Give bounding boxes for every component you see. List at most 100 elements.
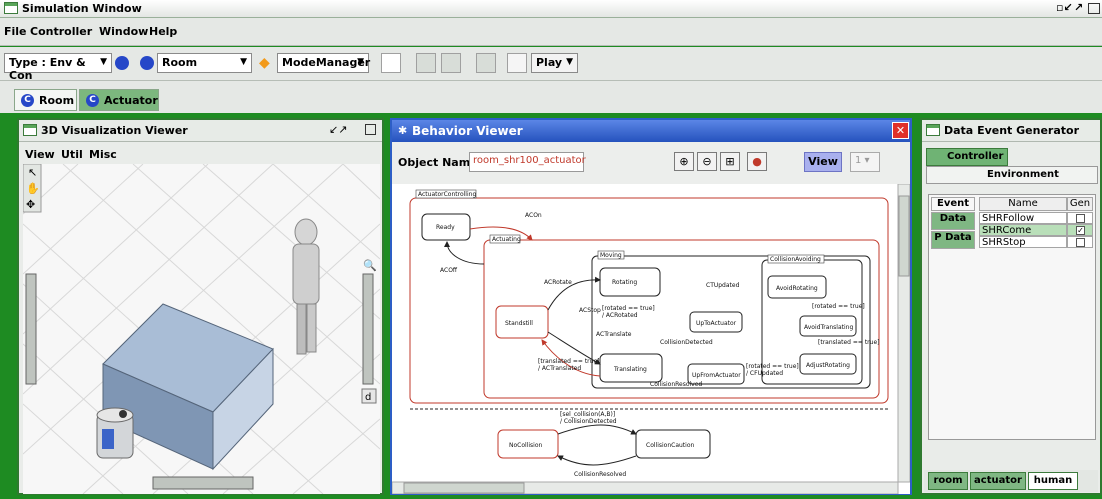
object-name-field[interactable]: room_shr100_actuator xyxy=(469,152,586,172)
fit-button[interactable]: ⊞ xyxy=(720,152,740,171)
state-label: ActuatorControlling xyxy=(418,191,476,198)
tab-environment[interactable]: Environment xyxy=(926,166,1098,184)
menu-window[interactable]: Window xyxy=(99,25,148,38)
panel-icon xyxy=(926,124,940,136)
viz-canvas[interactable]: ↖ ✋ ✥ 🔍 d xyxy=(23,164,380,494)
stop-icon[interactable] xyxy=(507,53,527,73)
step-icon[interactable] xyxy=(416,53,436,73)
transition-label: / CollisionDetected xyxy=(560,418,617,425)
gen-checkbox-cell xyxy=(1067,212,1093,224)
transition-label: ACOn xyxy=(525,212,542,219)
room-value: Room xyxy=(162,56,198,69)
chevron-down-icon: ▼ xyxy=(566,57,573,67)
transition-label: [sel_collision(A,B)] xyxy=(560,411,615,418)
state-no-collision: NoCollision xyxy=(509,442,542,449)
zoom-slider-right[interactable] xyxy=(362,273,374,385)
gen-checkbox-cell: ✓ xyxy=(1067,224,1093,236)
type-combo[interactable]: Type : Env & Con ▼ xyxy=(4,53,112,82)
behavior-icon: ✱ xyxy=(398,124,408,137)
viz-menu-misc[interactable]: Misc xyxy=(89,148,117,161)
play-label: Play xyxy=(536,56,563,69)
state-ready: Ready xyxy=(436,224,455,231)
state-label: Actuating xyxy=(492,236,521,243)
transition-label: [translated == true] xyxy=(538,358,600,365)
gen-checkbox[interactable] xyxy=(1076,238,1085,247)
zoom-icon[interactable]: 🔍 xyxy=(363,258,377,272)
event-name-cell[interactable]: SHRStop xyxy=(979,236,1067,248)
pdata-tab[interactable]: P Data xyxy=(931,231,975,249)
type-label: Type : xyxy=(9,56,46,69)
transition-label: / ACRotated xyxy=(602,312,638,319)
play-button[interactable]: Play ▼ xyxy=(531,53,578,73)
zoom-out-button[interactable]: ⊖ xyxy=(697,152,717,171)
viz-title: 3D Visualization Viewer xyxy=(41,124,188,137)
event-name-cell[interactable]: SHRCome xyxy=(979,224,1067,236)
transition-label: [rotated == true] xyxy=(602,305,655,312)
state-standstill: Standstill xyxy=(505,320,533,327)
viz-menu-util[interactable]: Util xyxy=(61,148,83,161)
controller-icon xyxy=(115,56,129,70)
environment-tab-label: Environment xyxy=(987,169,1059,180)
mode-icon: ◆ xyxy=(259,55,270,71)
gen-checkbox[interactable]: ✓ xyxy=(1076,226,1085,235)
horizontal-slider[interactable] xyxy=(152,476,254,490)
view-button[interactable]: View xyxy=(804,152,842,172)
window-title: Simulation Window xyxy=(22,2,142,15)
zoom-slider-left[interactable] xyxy=(25,273,37,385)
viz-side-label: d xyxy=(365,392,371,403)
pause-icon[interactable] xyxy=(441,53,461,73)
viz-panel: 3D Visualization Viewer ↙↗ View Util Mis… xyxy=(17,118,384,495)
tab-actuator[interactable]: C Actuator xyxy=(79,89,159,111)
toolbar: Type : Env & Con ▼ Room ▼ ◆ ModeManager … xyxy=(0,47,1102,82)
tab-controller[interactable]: Controller xyxy=(926,148,1008,166)
close-icon[interactable] xyxy=(365,124,376,135)
viz-menu-view[interactable]: View xyxy=(25,148,55,161)
event-name-cell[interactable]: SHRFollow xyxy=(979,212,1067,224)
minimize-icon[interactable]: ▫↙ xyxy=(1056,1,1073,14)
zoom-in-button[interactable]: ⊕ xyxy=(674,152,694,171)
minimize-icon[interactable]: ↙↗ xyxy=(329,123,347,136)
state-up-from-actuator: UpFromActuator xyxy=(692,372,741,379)
room-combo[interactable]: Room ▼ xyxy=(157,53,252,73)
mode-combo[interactable]: ModeManager ▼ xyxy=(277,53,370,73)
tab-room-bottom[interactable]: room xyxy=(928,472,968,490)
tab-room[interactable]: C Room xyxy=(14,89,77,111)
room-icon: C xyxy=(21,94,34,107)
chevron-down-icon: ▼ xyxy=(240,57,247,67)
window-titlebar: Simulation Window ▫↙ ↗ xyxy=(0,0,1102,18)
pointer-icon[interactable]: ↖ xyxy=(28,166,37,179)
statechart-canvas[interactable]: ActuatorControlling Ready ACOn Actuating… xyxy=(392,184,910,494)
state-avoid-translating: AvoidTranslating xyxy=(804,324,853,331)
bottom-tab-strip: room actuator human xyxy=(924,470,1098,492)
state-label: Moving xyxy=(600,252,622,259)
menu-file[interactable]: File xyxy=(4,25,27,38)
move-icon[interactable]: ✥ xyxy=(26,198,35,211)
window-icon xyxy=(4,2,18,14)
transition-label: / CFUpdated xyxy=(746,370,783,377)
list-icon[interactable] xyxy=(381,53,401,73)
transition-label: ACStop xyxy=(579,307,601,314)
menu-help[interactable]: Help xyxy=(149,25,177,38)
record-button[interactable]: ● xyxy=(747,152,767,171)
transition-label: ACOff xyxy=(440,267,458,274)
record-icon[interactable] xyxy=(476,53,496,73)
tab-human-bottom[interactable]: human xyxy=(1028,472,1078,490)
behavior-close-button[interactable]: ✕ xyxy=(892,122,909,139)
view-select[interactable]: 1 ▾ xyxy=(850,152,880,172)
chevron-down-icon: ▼ xyxy=(357,57,364,67)
gen-checkbox[interactable] xyxy=(1076,214,1085,223)
close-icon[interactable] xyxy=(1088,3,1100,14)
transition-label: [rotated == true] xyxy=(746,363,799,370)
gen-column-header: Gen xyxy=(1067,197,1093,211)
transition-label: / ACTranslated xyxy=(538,365,581,372)
tab-actuator-label: Actuator xyxy=(104,94,158,107)
robot-model xyxy=(96,407,134,459)
menu-bar: File Controller Window Help xyxy=(0,18,1102,46)
actuator-icon: C xyxy=(86,94,99,107)
tab-actuator-bottom[interactable]: actuator xyxy=(970,472,1026,490)
hand-icon[interactable]: ✋ xyxy=(26,182,40,195)
data-tab[interactable]: Data xyxy=(931,212,975,230)
menu-controller[interactable]: Controller xyxy=(30,25,92,38)
maximize-icon[interactable]: ↗ xyxy=(1074,1,1083,14)
behavior-title: Behavior Viewer xyxy=(412,124,523,138)
